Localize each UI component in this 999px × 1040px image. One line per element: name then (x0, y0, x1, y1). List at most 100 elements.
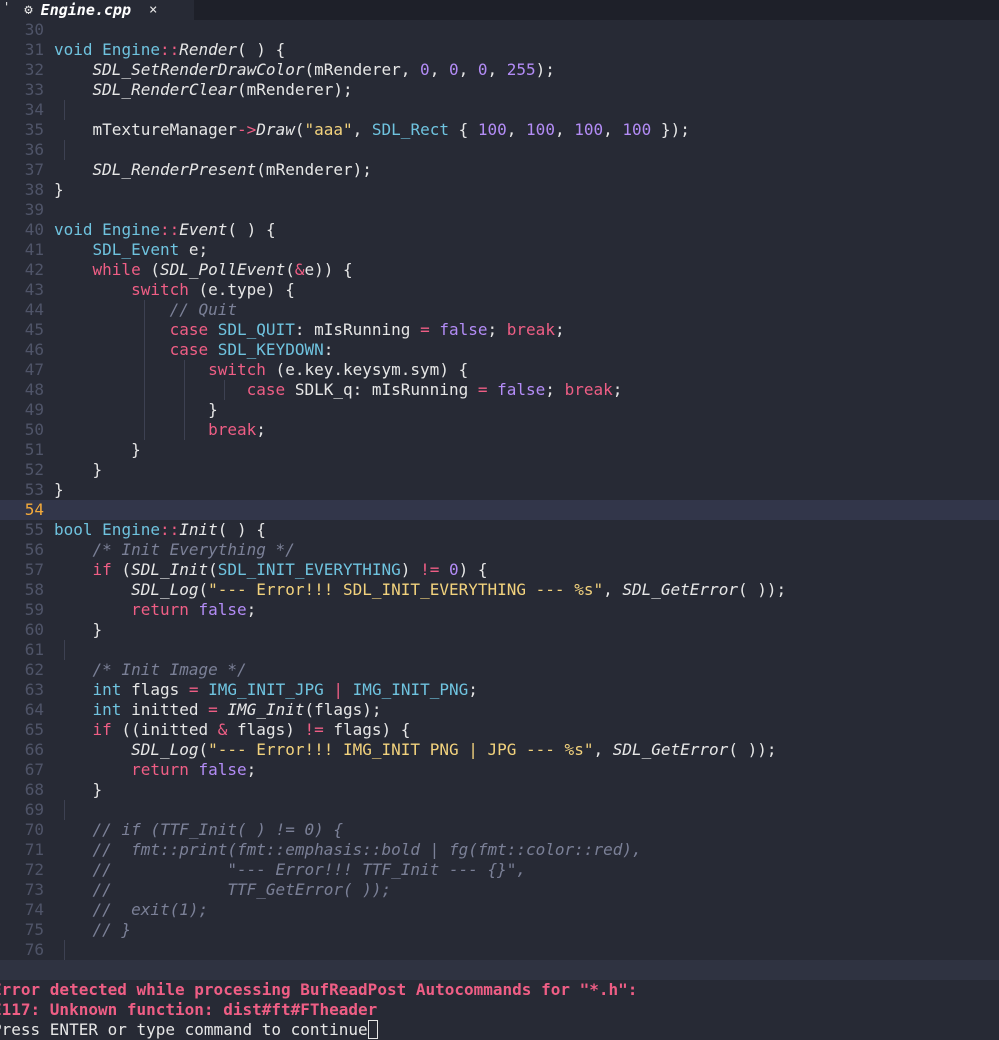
line-number: 60 (24, 620, 44, 639)
line-number: 55 (24, 520, 44, 539)
code-line: 31 void Engine::Render( ) { (0, 40, 999, 60)
line-number: 64 (24, 700, 44, 719)
code-text: return false; (131, 600, 257, 619)
modified-indicator: ' (3, 0, 11, 14)
code-text: } (54, 400, 218, 419)
code-line: 67 return false; (0, 760, 999, 780)
line-number: 70 (24, 820, 44, 839)
code-line: 50 break; (0, 420, 999, 440)
code-line: 58 SDL_Log("--- Error!!! SDL_INIT_EVERYT… (0, 580, 999, 600)
code-text: } (54, 180, 64, 199)
line-number: 75 (24, 920, 44, 939)
line-number: 59 (24, 600, 44, 619)
code-line: 41 SDL_Event e; (0, 240, 999, 260)
code-line: 51 } (0, 440, 999, 460)
code-line: 30 (0, 20, 999, 40)
editor-end-bar (0, 960, 999, 980)
code-text: while (SDL_PollEvent(&e)) { (92, 260, 353, 279)
code-line: 39 (0, 200, 999, 220)
line-number: 66 (24, 740, 44, 759)
code-line: 55 bool Engine::Init( ) { (0, 520, 999, 540)
indent-guide (64, 940, 65, 960)
code-text: int flags = IMG_INIT_JPG | IMG_INIT_PNG; (92, 680, 478, 699)
indent-guide (64, 140, 65, 160)
line-number: 57 (24, 560, 44, 579)
line-number: 45 (24, 320, 44, 339)
code-text: } (54, 620, 103, 639)
tab-bar: ' ⚙ Engine.cpp × (0, 0, 999, 20)
code-line: 33 SDL_RenderClear(mRenderer); (0, 80, 999, 100)
line-number: 56 (24, 540, 44, 559)
tab-title: Engine.cpp (40, 1, 131, 19)
code-line: 36 (0, 140, 999, 160)
line-number: 47 (24, 360, 44, 379)
error-message: Error detected while processing BufReadP… (0, 980, 638, 999)
code-text: break; (208, 420, 266, 439)
error-code-message: E117: Unknown function: dist#ft#FTheader (0, 1000, 378, 1019)
indent-guide (64, 640, 65, 660)
code-line: 63 int flags = IMG_INIT_JPG | IMG_INIT_P… (0, 680, 999, 700)
code-text: case SDLK_q: mIsRunning = false; break; (246, 380, 623, 399)
code-text: bool Engine::Init( ) { (54, 520, 266, 539)
line-number: 76 (24, 940, 44, 959)
line-number: 58 (24, 580, 44, 599)
code-line: 76 (0, 940, 999, 960)
code-text: } (54, 460, 103, 479)
line-number: 33 (24, 80, 44, 99)
code-line: 44 // Quit (0, 300, 999, 320)
code-line: 74 // exit(1); (0, 900, 999, 920)
command-line-messages[interactable]: Error detected while processing BufReadP… (0, 980, 999, 1040)
line-number: 53 (24, 480, 44, 499)
code-text: switch (e.key.keysym.sym) { (208, 360, 469, 379)
code-line: 56 /* Init Everything */ (0, 540, 999, 560)
line-number: 71 (24, 840, 44, 859)
code-editor[interactable]: 30 31 void Engine::Render( ) { 32 SDL_Set… (0, 20, 999, 960)
code-text: mTextureManager->Draw("aaa", SDL_Rect { … (54, 120, 690, 139)
line-number: 48 (24, 380, 44, 399)
line-number: 68 (24, 780, 44, 799)
code-line: 49 } (0, 400, 999, 420)
line-number: 40 (24, 220, 44, 239)
line-number: 67 (24, 760, 44, 779)
indent-guide (64, 100, 65, 120)
code-text: case SDL_QUIT: mIsRunning = false; break… (169, 320, 565, 339)
code-text: SDL_Log("--- Error!!! SDL_INIT_EVERYTHIN… (131, 580, 787, 599)
line-number: 49 (24, 400, 44, 419)
code-line: 66 SDL_Log("--- Error!!! IMG_INIT PNG | … (0, 740, 999, 760)
code-text: // if (TTF_Init( ) != 0) { (92, 820, 343, 839)
close-icon[interactable]: × (149, 0, 157, 20)
continue-prompt[interactable]: Press ENTER or type command to continue (0, 1020, 378, 1040)
code-text: switch (e.type) { (131, 280, 295, 299)
line-number: 63 (24, 680, 44, 699)
current-line: 54 (0, 500, 999, 520)
code-line: 42 while (SDL_PollEvent(&e)) { (0, 260, 999, 280)
indent-guide (64, 800, 65, 820)
line-number: 43 (24, 280, 44, 299)
code-text: void Engine::Render( ) { (54, 40, 286, 59)
code-line: 43 switch (e.type) { (0, 280, 999, 300)
line-number: 41 (24, 240, 44, 259)
line-number: 30 (24, 20, 44, 39)
code-line: 75 // } (0, 920, 999, 940)
code-text: if (SDL_Init(SDL_INIT_EVERYTHING) != 0) … (92, 560, 488, 579)
code-text: SDL_RenderClear(mRenderer); (92, 80, 353, 99)
line-number: 38 (24, 180, 44, 199)
code-text: } (54, 780, 103, 799)
code-line: 38} (0, 180, 999, 200)
line-number: 74 (24, 900, 44, 919)
code-text: // exit(1); (92, 900, 209, 919)
line-number: 54 (24, 500, 44, 519)
line-number: 65 (24, 720, 44, 739)
line-number: 61 (24, 640, 44, 659)
code-text: /* Init Image */ (92, 660, 247, 679)
code-line: 72 // "--- Error!!! TTF_Init --- {}", (0, 860, 999, 880)
code-text: SDL_SetRenderDrawColor(mRenderer, 0, 0, … (92, 60, 555, 79)
text-cursor (367, 1020, 378, 1039)
tab-engine-cpp[interactable]: ' ⚙ Engine.cpp × (0, 0, 194, 20)
code-line: 37 SDL_RenderPresent(mRenderer); (0, 160, 999, 180)
code-text: // } (92, 920, 132, 939)
code-text: // TTF_GetError( )); (92, 880, 392, 899)
code-text: case SDL_KEYDOWN: (169, 340, 334, 359)
code-text: if ((initted & flags) != flags) { (92, 720, 411, 739)
line-number: 62 (24, 660, 44, 679)
